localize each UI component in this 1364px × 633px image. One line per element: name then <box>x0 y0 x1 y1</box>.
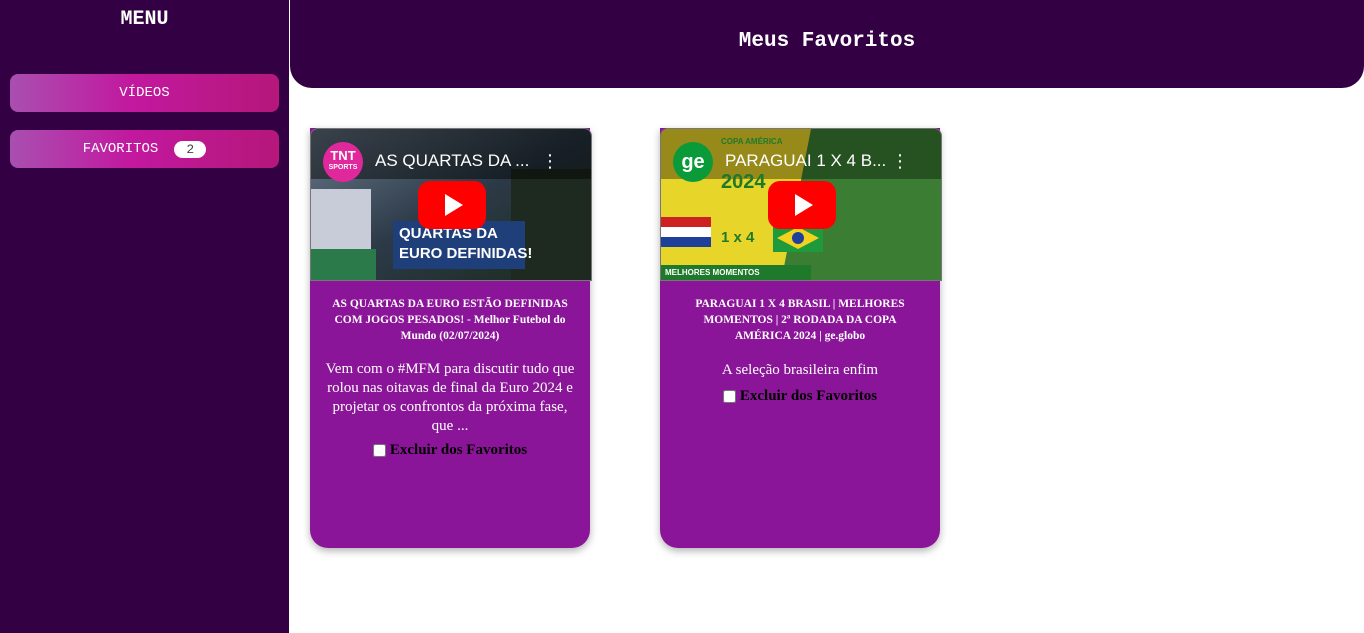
remove-favorite-toggle[interactable]: Excluir dos Favoritos <box>310 442 590 459</box>
nav-videos-label: VÍDEOS <box>119 85 170 101</box>
thumbnail-year: 2024 <box>721 171 766 193</box>
more-options-icon[interactable]: ⋮ <box>541 151 559 172</box>
remove-favorite-checkbox[interactable] <box>372 444 386 457</box>
remove-favorite-checkbox[interactable] <box>722 390 736 403</box>
channel-logo[interactable]: TNT SPORTS <box>323 142 363 182</box>
card-title: AS QUARTAS DA EURO ESTÃO DEFINIDAS COM J… <box>332 298 568 342</box>
thumbnail-tournament: COPA AMÉRICA <box>721 137 783 146</box>
favorite-card: QUARTAS DA EURO DEFINIDAS! TNT SPORTS AS… <box>310 128 592 548</box>
menu-title: MENU <box>120 8 169 31</box>
thumbnail-text-2: EURO DEFINIDAS! <box>399 245 533 262</box>
page-title: Meus Favoritos <box>738 30 916 53</box>
card-description: A seleção brasileira enfim <box>721 362 879 378</box>
nav-favorites-label: FAVORITOS <box>82 141 159 157</box>
thumbnail-highlights: MELHORES MOMENTOS <box>665 268 760 277</box>
remove-favorite-toggle[interactable]: Excluir dos Favoritos <box>660 388 940 405</box>
video-embed[interactable]: 2024 COPA AMÉRICA 1 x 4 MELHORES MOMENTO… <box>660 128 942 281</box>
remove-favorite-label: Excluir dos Favoritos <box>739 388 878 404</box>
nav-favorites-button[interactable]: FAVORITOS 2 <box>10 130 279 168</box>
sidebar: MENU VÍDEOS FAVORITOS 2 <box>0 0 289 633</box>
card-title: PARAGUAI 1 X 4 BRASIL | MELHORES MOMENTO… <box>695 298 905 342</box>
embed-video-title[interactable]: PARAGUAI 1 X 4 B... <box>725 151 886 171</box>
play-button-icon[interactable] <box>768 181 836 229</box>
page-header: Meus Favoritos <box>290 0 1364 88</box>
favorites-count-badge: 2 <box>174 140 207 158</box>
channel-logo[interactable]: ge <box>673 142 713 182</box>
card-description: Vem com o #MFM para discutir tudo que ro… <box>325 361 575 434</box>
remove-favorite-label: Excluir dos Favoritos <box>389 442 528 458</box>
more-options-icon[interactable]: ⋮ <box>891 151 909 172</box>
nav-videos-button[interactable]: VÍDEOS <box>10 74 279 112</box>
video-embed[interactable]: QUARTAS DA EURO DEFINIDAS! TNT SPORTS AS… <box>310 128 592 281</box>
thumbnail-score: 1 x 4 <box>721 229 755 246</box>
embed-video-title[interactable]: AS QUARTAS DA ... <box>375 151 529 171</box>
play-button-icon[interactable] <box>418 181 486 229</box>
favorite-card: 2024 COPA AMÉRICA 1 x 4 MELHORES MOMENTO… <box>660 128 942 548</box>
